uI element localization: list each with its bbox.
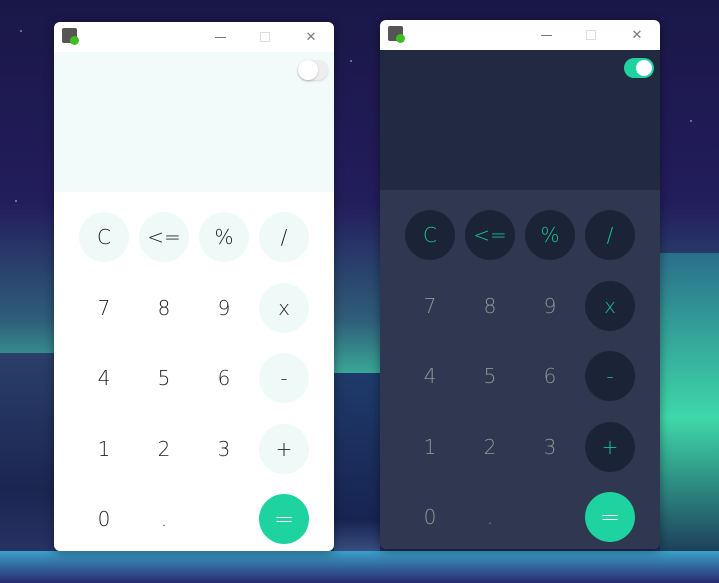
minimize-button[interactable] bbox=[200, 22, 240, 52]
key-percent-button[interactable]: % bbox=[199, 212, 249, 262]
key-6-button[interactable]: 6 bbox=[199, 353, 249, 403]
key-7-button[interactable]: 7 bbox=[79, 283, 129, 333]
key-3-button[interactable]: 3 bbox=[199, 424, 249, 474]
key-equals-button[interactable]: = bbox=[585, 492, 635, 542]
key-add-button[interactable]: + bbox=[585, 421, 635, 472]
key-2-button[interactable]: 2 bbox=[139, 424, 189, 474]
dark-mode-toggle[interactable] bbox=[624, 58, 654, 78]
calculator-icon bbox=[388, 26, 405, 43]
key-multiply-button[interactable]: x bbox=[585, 280, 635, 331]
maximize-icon bbox=[260, 32, 270, 42]
toggle-knob bbox=[298, 60, 318, 80]
key-clear-button[interactable]: C bbox=[79, 212, 129, 262]
key-1-button[interactable]: 1 bbox=[405, 422, 455, 472]
key-0-button[interactable]: 0 bbox=[79, 494, 129, 544]
calculator-display bbox=[54, 52, 334, 192]
star bbox=[15, 200, 17, 202]
maximize-button[interactable] bbox=[571, 20, 611, 50]
toggle-knob bbox=[636, 60, 652, 76]
key-3-button[interactable]: 3 bbox=[525, 422, 575, 472]
calculator-display bbox=[380, 50, 660, 190]
key-equals-button[interactable]: = bbox=[259, 494, 309, 544]
calculator-icon bbox=[62, 28, 79, 45]
key-5-button[interactable]: 5 bbox=[139, 353, 189, 403]
title-bar: ✕ bbox=[380, 20, 660, 50]
minimize-icon bbox=[540, 34, 552, 36]
key-decimal-button[interactable]: . bbox=[465, 492, 515, 542]
key-7-button[interactable]: 7 bbox=[405, 281, 455, 331]
key-9-button[interactable]: 9 bbox=[525, 281, 575, 331]
key-6-button[interactable]: 6 bbox=[525, 351, 575, 401]
close-button[interactable]: ✕ bbox=[617, 20, 657, 50]
key-clear-button[interactable]: C bbox=[405, 210, 455, 260]
calculator-window-dark: ✕ C <=%/ 7 8 9 x 4 5 6- 1 2 3 +0. = bbox=[380, 20, 660, 549]
title-bar: ✕ bbox=[54, 22, 334, 52]
key-4-button[interactable]: 4 bbox=[405, 351, 455, 401]
star bbox=[20, 30, 22, 32]
close-icon: ✕ bbox=[631, 27, 643, 43]
key-divide-button[interactable]: / bbox=[259, 212, 309, 262]
key-divide-button[interactable]: / bbox=[585, 210, 635, 260]
maximize-icon bbox=[586, 30, 596, 40]
bridge-tower bbox=[0, 353, 54, 583]
key-subtract-button[interactable]: - bbox=[585, 351, 635, 401]
key-multiply-button[interactable]: x bbox=[259, 282, 309, 333]
key-5-button[interactable]: 5 bbox=[465, 351, 515, 401]
minimize-icon bbox=[214, 36, 226, 38]
dark-mode-toggle[interactable] bbox=[298, 60, 328, 80]
maximize-button[interactable] bbox=[245, 22, 285, 52]
key-8-button[interactable]: 8 bbox=[139, 283, 189, 333]
key-percent-button[interactable]: % bbox=[525, 210, 575, 260]
key-add-button[interactable]: + bbox=[259, 423, 309, 474]
key-2-button[interactable]: 2 bbox=[465, 422, 515, 472]
key-8-button[interactable]: 8 bbox=[465, 281, 515, 331]
key-subtract-button[interactable]: - bbox=[259, 353, 309, 403]
key-decimal-button[interactable]: . bbox=[139, 494, 189, 544]
key-backspace-button[interactable]: <= bbox=[139, 212, 189, 262]
key-9-button[interactable]: 9 bbox=[199, 283, 249, 333]
keypad: C <=%/ 7 8 9 x 4 5 6- 1 2 3 +0. = bbox=[54, 192, 334, 551]
star bbox=[690, 120, 692, 122]
key-backspace-button[interactable]: <= bbox=[465, 210, 515, 260]
key-0-button[interactable]: 0 bbox=[405, 492, 455, 542]
close-button[interactable]: ✕ bbox=[291, 22, 331, 52]
water bbox=[0, 551, 719, 583]
key-1-button[interactable]: 1 bbox=[79, 424, 129, 474]
calculator-window-light: ✕ C <=%/ 7 8 9 x 4 5 6- 1 2 3 +0. = bbox=[54, 22, 334, 551]
close-icon: ✕ bbox=[305, 29, 317, 45]
star bbox=[350, 60, 352, 62]
minimize-button[interactable] bbox=[526, 20, 566, 50]
keypad: C <=%/ 7 8 9 x 4 5 6- 1 2 3 +0. = bbox=[380, 190, 660, 549]
key-4-button[interactable]: 4 bbox=[79, 353, 129, 403]
building bbox=[660, 253, 719, 583]
